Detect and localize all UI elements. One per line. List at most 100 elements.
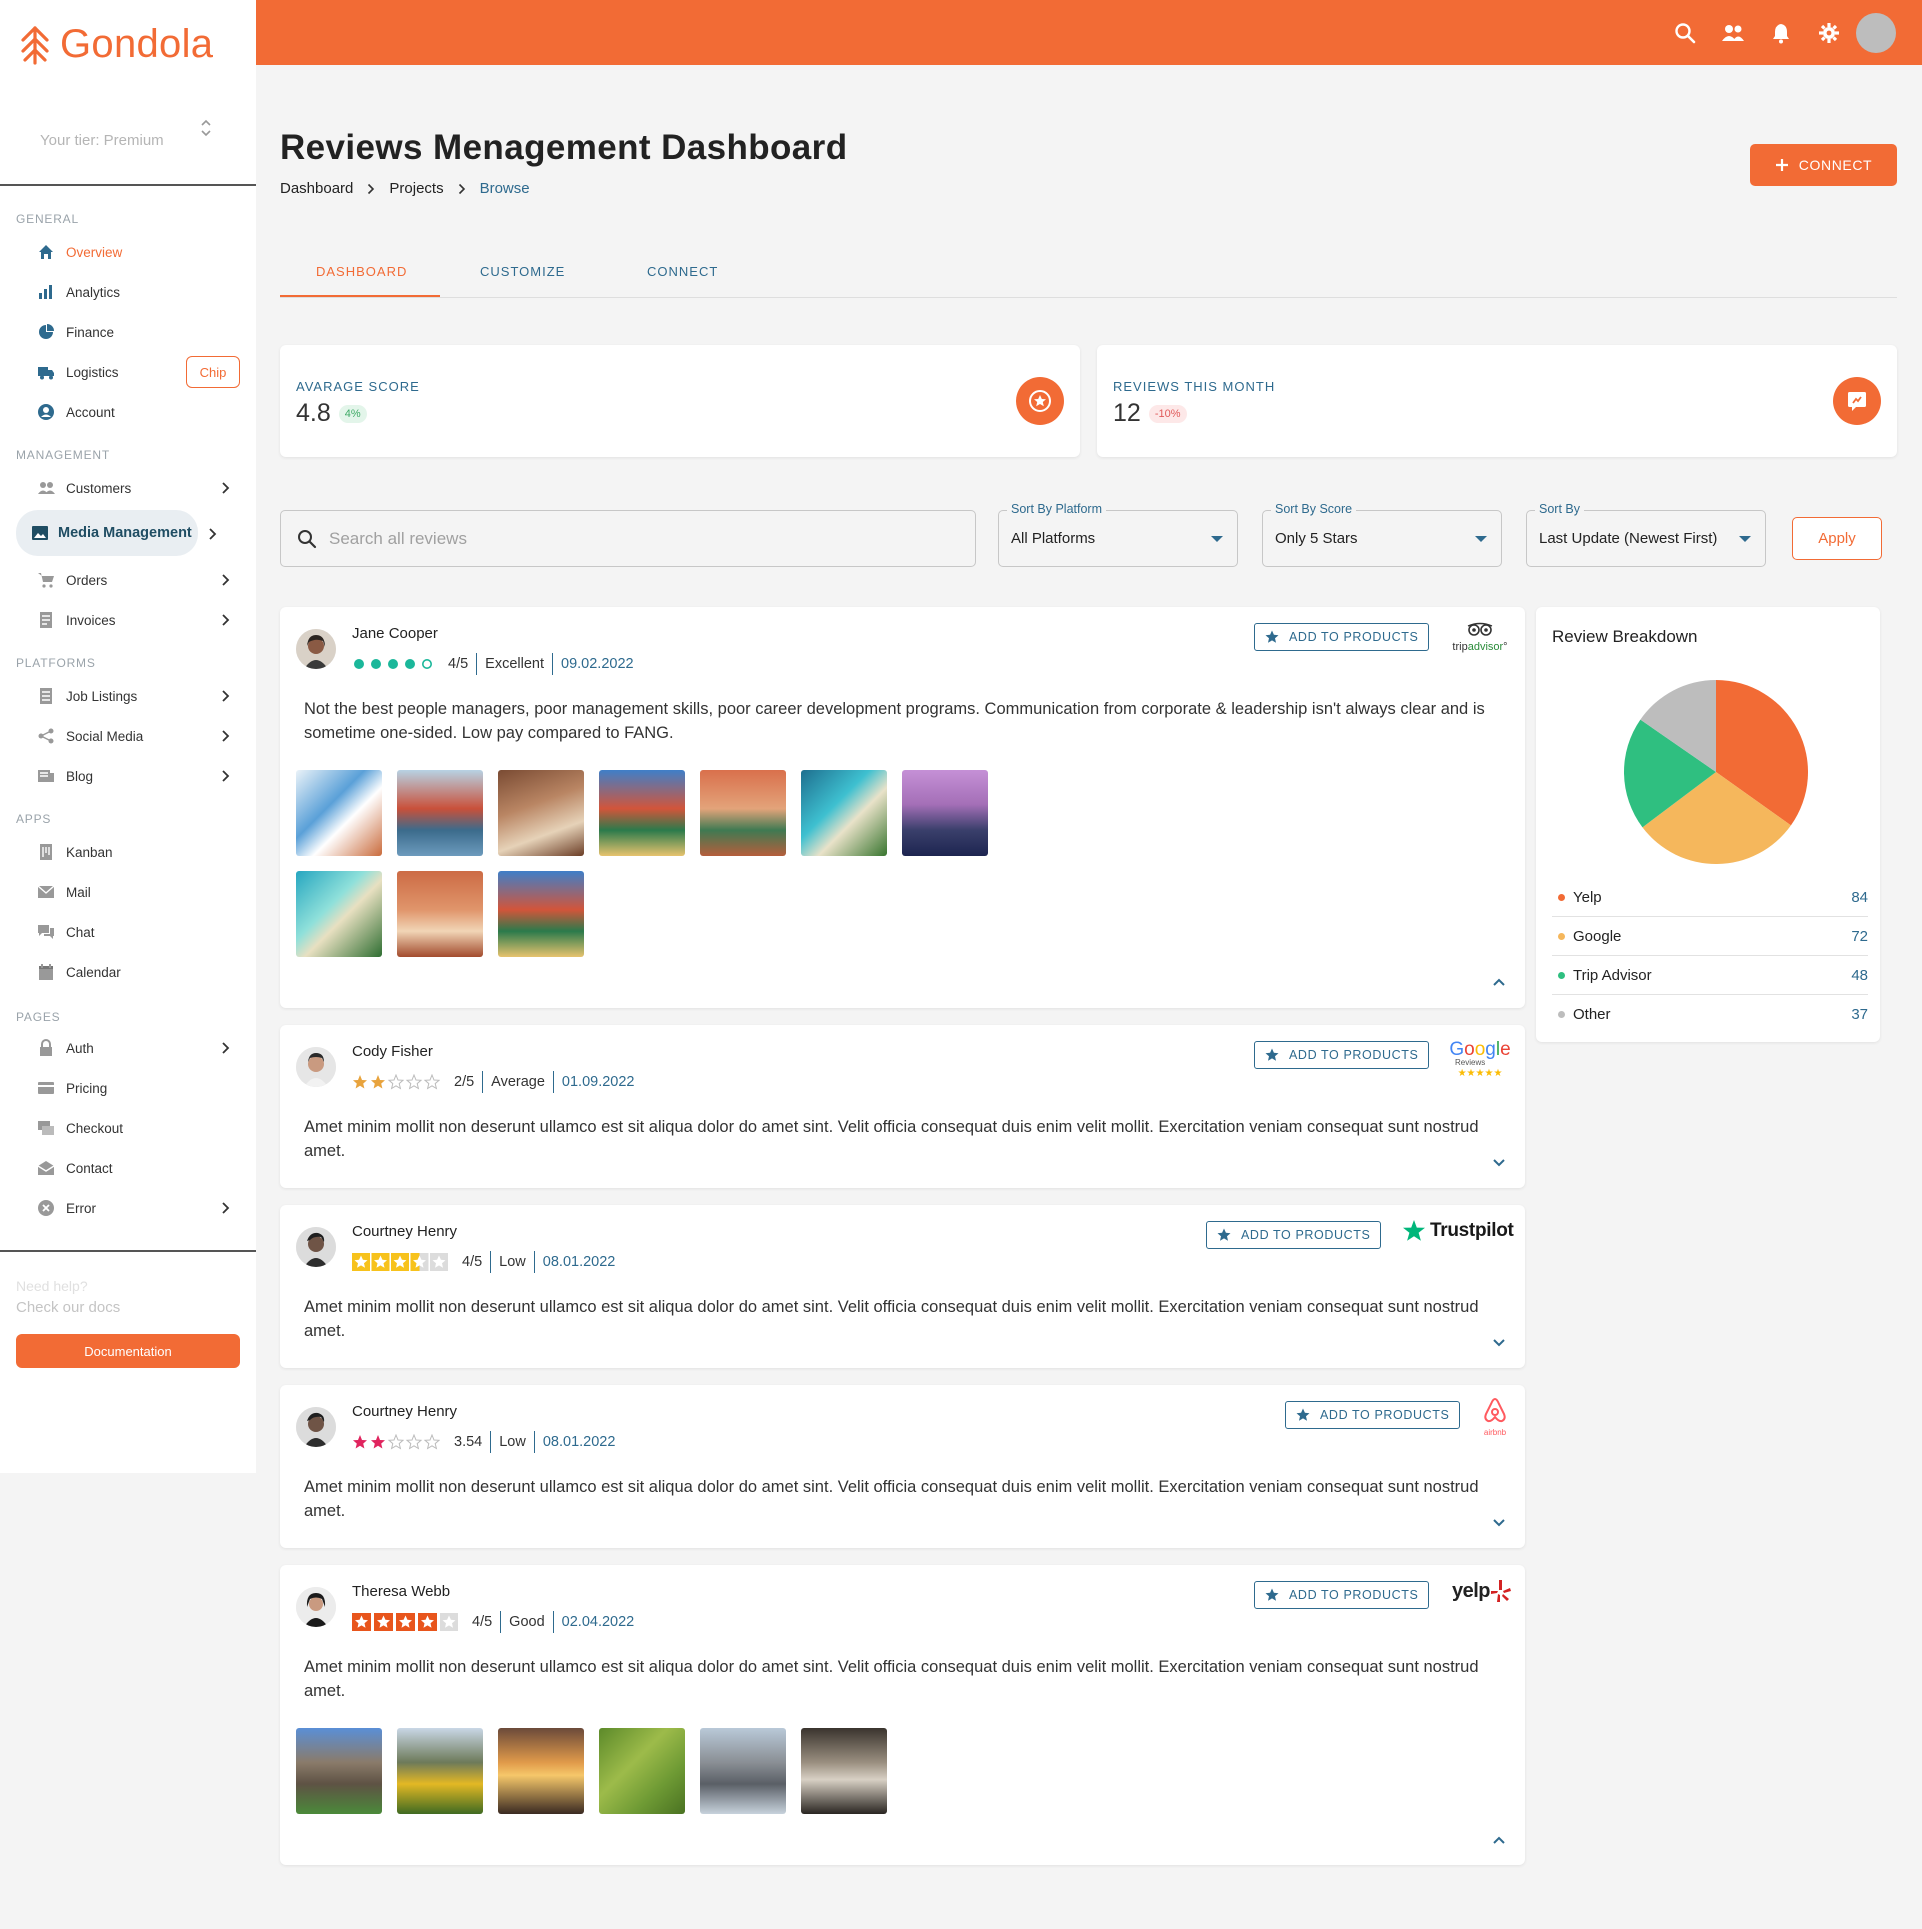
blog-icon <box>36 766 56 786</box>
divider <box>500 1611 502 1633</box>
sort-select[interactable]: Sort By Last Update (Newest First) <box>1526 502 1766 567</box>
caret-down-icon <box>1739 536 1751 542</box>
photo-thumbnail[interactable] <box>700 770 786 856</box>
apply-button[interactable]: Apply <box>1792 517 1882 560</box>
add-to-products-button[interactable]: ADD TO PRODUCTS <box>1254 1581 1430 1609</box>
connect-button[interactable]: CONNECT <box>1750 144 1897 186</box>
sidebar-item-auth[interactable]: Auth <box>16 1028 236 1068</box>
breadcrumb-projects[interactable]: Projects <box>389 180 443 197</box>
add-to-products-button[interactable]: ADD TO PRODUCTS <box>1285 1401 1461 1429</box>
sidebar-item-analytics[interactable]: Analytics <box>16 272 236 312</box>
photo-thumbnail[interactable] <box>296 871 382 957</box>
photo-thumbnail[interactable] <box>498 871 584 957</box>
legend-dot <box>1558 932 1565 940</box>
star-icon <box>1265 1048 1279 1061</box>
review-date: 08.01.2022 <box>542 1254 616 1270</box>
card-icon <box>36 1078 56 1098</box>
tier-selector[interactable]: Your tier: Premium <box>0 118 256 186</box>
sidebar-item-job-listings[interactable]: Job Listings <box>16 676 236 716</box>
mail-icon <box>36 882 56 902</box>
photo-thumbnail[interactable] <box>397 871 483 957</box>
brand[interactable]: Gondola <box>20 22 213 67</box>
sidebar-item-contact[interactable]: Contact <box>16 1148 236 1188</box>
review-card: Courtney Henry 4/5 Low 08.01.2022 ADD TO… <box>280 1205 1525 1368</box>
add-to-products-label: ADD TO PRODUCTS <box>1289 1048 1419 1062</box>
truck-icon <box>36 362 56 382</box>
review-date: 09.02.2022 <box>561 656 634 672</box>
sidebar-item-label: Logistics <box>66 364 119 380</box>
sidebar-item-invoices[interactable]: Invoices <box>16 600 236 640</box>
chevron-up-icon[interactable] <box>1492 1835 1506 1845</box>
sidebar-item-customers[interactable]: Customers <box>16 468 236 508</box>
logistics-chip[interactable]: Chip <box>186 356 240 388</box>
sidebar-item-chat[interactable]: Chat <box>16 912 236 952</box>
chevron-right-icon <box>222 574 230 586</box>
photo-thumbnail[interactable] <box>498 1728 584 1814</box>
score-select[interactable]: Sort By Score Only 5 Stars <box>1262 502 1502 567</box>
breakdown-row-trip-advisor: Trip Advisor 48 <box>1552 956 1868 995</box>
photo-thumbnail[interactable] <box>296 1728 382 1814</box>
bell-icon[interactable] <box>1768 20 1794 46</box>
gear-icon[interactable] <box>1816 20 1842 46</box>
average-score-value: 4.8 <box>296 399 331 427</box>
sidebar-item-media-management[interactable]: Media Management <box>16 510 198 556</box>
sidebar-item-mail[interactable]: Mail <box>16 872 236 912</box>
sidebar-item-pricing[interactable]: Pricing <box>16 1068 236 1108</box>
chevron-down-icon[interactable] <box>1492 1158 1506 1168</box>
add-to-products-button[interactable]: ADD TO PRODUCTS <box>1206 1221 1382 1249</box>
yelp-logo: yelp <box>1452 1579 1512 1603</box>
search-reviews[interactable] <box>280 510 976 567</box>
divider <box>552 1611 554 1633</box>
photo-thumbnail[interactable] <box>397 770 483 856</box>
photo-thumbnail[interactable] <box>498 770 584 856</box>
photo-thumbnail[interactable] <box>801 1728 887 1814</box>
caret-down-icon <box>1211 536 1223 542</box>
sidebar-item-social-media[interactable]: Social Media <box>16 716 236 756</box>
chevron-up-icon[interactable] <box>1492 977 1506 987</box>
sidebar-item-overview[interactable]: Overview <box>16 232 236 272</box>
people-icon[interactable] <box>1720 20 1746 46</box>
photo-thumbnail[interactable] <box>700 1728 786 1814</box>
tab-connect[interactable]: CONNECT <box>647 264 718 279</box>
photo-thumbnail[interactable] <box>599 1728 685 1814</box>
chevron-down-icon[interactable] <box>1492 1338 1506 1348</box>
add-to-products-button[interactable]: ADD TO PRODUCTS <box>1254 623 1430 651</box>
photo-thumbnail[interactable] <box>296 770 382 856</box>
chevron-right-icon <box>222 614 230 626</box>
documentation-button[interactable]: Documentation <box>16 1334 240 1368</box>
calendar-icon <box>36 962 56 982</box>
breadcrumb-browse[interactable]: Browse <box>480 180 530 197</box>
photo-thumbnail[interactable] <box>902 770 988 856</box>
sidebar-item-finance[interactable]: Finance <box>16 312 236 352</box>
review-quality: Low <box>499 1254 526 1270</box>
sidebar-item-account[interactable]: Account <box>16 392 236 432</box>
sidebar-item-label: Mail <box>66 884 91 900</box>
user-avatar[interactable] <box>1856 13 1896 53</box>
photo-thumbnail[interactable] <box>599 770 685 856</box>
chevron-down-icon[interactable] <box>1492 1518 1506 1528</box>
search-icon[interactable] <box>1672 20 1698 46</box>
sidebar-item-kanban[interactable]: Kanban <box>16 832 236 872</box>
sidebar-item-calendar[interactable]: Calendar <box>16 952 236 992</box>
tab-dashboard[interactable]: DASHBOARD <box>316 264 407 279</box>
review-card: Courtney Henry 3.54 Low 08.01.2022 ADD T… <box>280 1385 1525 1548</box>
review-date: 01.09.2022 <box>561 1074 635 1090</box>
platform-select[interactable]: Sort By Platform All Platforms <box>998 502 1238 567</box>
tab-customize[interactable]: CUSTOMIZE <box>480 264 565 279</box>
sidebar-item-error[interactable]: Error <box>16 1188 236 1228</box>
review-card: Theresa Webb 4/5 Good 02.04.2022 ADD TO … <box>280 1565 1525 1865</box>
sidebar-item-blog[interactable]: Blog <box>16 756 236 796</box>
reviews-this-month-card: REVIEWS THIS MONTH 12 -10% <box>1097 345 1897 457</box>
sidebar: Gondola Your tier: Premium GENERAL MANAG… <box>0 0 256 1473</box>
sidebar-item-orders[interactable]: Orders <box>16 560 236 600</box>
divider <box>552 653 554 675</box>
photo-thumbnail[interactable] <box>801 770 887 856</box>
search-input[interactable] <box>329 528 929 549</box>
average-score-card: AVARAGE SCORE 4.8 4% <box>280 345 1080 457</box>
sidebar-item-label: Chat <box>66 924 95 940</box>
breadcrumb-dashboard[interactable]: Dashboard <box>280 180 353 197</box>
photo-thumbnail[interactable] <box>397 1728 483 1814</box>
sidebar-item-checkout[interactable]: Checkout <box>16 1108 236 1148</box>
add-to-products-button[interactable]: ADD TO PRODUCTS <box>1254 1041 1430 1069</box>
review-breakdown-card: Review Breakdown Yelp 84 Google 72 Trip … <box>1536 607 1880 1042</box>
